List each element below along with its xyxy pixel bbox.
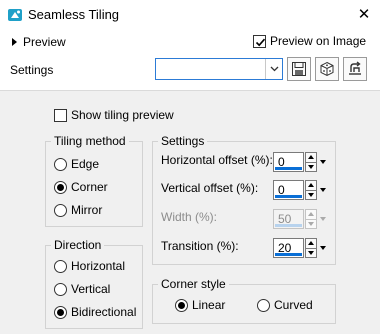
tiling-method-mirror[interactable]: Mirror — [54, 203, 102, 217]
spin-up-icon — [305, 209, 317, 220]
settings-group: Settings Horizontal offset (%): 0 Vertic… — [152, 134, 336, 265]
width-label: Width (%): — [161, 210, 218, 224]
preview-on-image-check[interactable] — [253, 34, 266, 48]
direction-group: Direction Horizontal Vertical Bidirectio… — [45, 238, 143, 329]
vertical-offset-label: Vertical offset (%): — [161, 181, 259, 195]
transition-input[interactable]: 20 — [273, 238, 304, 258]
title-bar: Seamless Tiling ✕ — [0, 0, 380, 30]
dice-icon — [320, 61, 334, 77]
transition-field[interactable]: 20 — [273, 238, 329, 258]
reset-icon — [349, 61, 361, 75]
reset-button[interactable] — [343, 57, 367, 81]
radio-button[interactable] — [54, 203, 67, 217]
radio-label: Vertical — [71, 282, 111, 296]
horizontal-offset-field[interactable]: 0 — [273, 152, 329, 172]
direction-title: Direction — [51, 238, 105, 252]
chevron-down-icon — [317, 209, 328, 229]
horizontal-offset-input[interactable]: 0 — [273, 152, 304, 172]
radio-label: Bidirectional — [71, 305, 137, 319]
chevron-down-icon[interactable] — [265, 59, 282, 79]
show-tiling-preview-checkbox[interactable]: Show tiling preview — [54, 108, 174, 122]
transition-spinner[interactable] — [305, 238, 317, 258]
tiling-method-edge[interactable]: Edge — [54, 157, 99, 171]
radio-button[interactable] — [175, 298, 188, 312]
preview-expander[interactable]: Preview — [12, 35, 66, 49]
preview-on-image-checkbox[interactable]: Preview on Image — [253, 34, 366, 48]
width-input: 50 — [273, 209, 304, 229]
radio-button[interactable] — [54, 282, 67, 296]
spin-up-icon — [305, 152, 317, 163]
width-spinner — [305, 209, 317, 229]
corner-style-curved[interactable]: Curved — [257, 298, 313, 312]
width-field: 50 — [273, 209, 329, 229]
spin-down-icon — [305, 190, 317, 200]
direction-vertical[interactable]: Vertical — [54, 282, 110, 296]
window-title: Seamless Tiling — [28, 7, 120, 22]
radio-label: Mirror — [71, 203, 103, 217]
random-button[interactable] — [315, 57, 339, 81]
chevron-down-icon[interactable] — [317, 152, 328, 172]
show-tiling-preview-check[interactable] — [54, 108, 67, 122]
spin-up-icon — [305, 180, 317, 191]
vertical-offset-spinner[interactable] — [305, 180, 317, 200]
radio-label: Horizontal — [71, 259, 126, 273]
corner-style-title: Corner style — [158, 277, 229, 291]
preview-label: Preview — [23, 35, 66, 49]
show-tiling-preview-label: Show tiling preview — [71, 108, 174, 122]
paint-app-icon — [7, 7, 23, 23]
spin-down-icon — [305, 162, 317, 172]
transition-label: Transition (%): — [161, 239, 239, 253]
radio-button[interactable] — [54, 157, 67, 171]
direction-bidirectional[interactable]: Bidirectional — [54, 305, 136, 319]
horizontal-offset-spinner[interactable] — [305, 152, 317, 172]
direction-horizontal[interactable]: Horizontal — [54, 259, 125, 273]
radio-label: Curved — [274, 298, 313, 312]
spin-up-icon — [305, 238, 317, 249]
save-icon — [292, 62, 306, 76]
vertical-offset-field[interactable]: 0 — [273, 180, 329, 200]
chevron-right-icon — [12, 38, 17, 46]
radio-label: Edge — [71, 157, 100, 171]
options-panel: Show tiling preview Tiling method Edge C… — [0, 90, 380, 334]
save-preset-button[interactable] — [287, 57, 311, 81]
settings-group-title: Settings — [158, 134, 208, 148]
preset-dropdown[interactable] — [155, 58, 283, 80]
checkmark-icon — [255, 38, 266, 46]
tiling-method-title: Tiling method — [51, 134, 129, 148]
corner-style-linear[interactable]: Linear — [175, 298, 225, 312]
chevron-down-icon[interactable] — [317, 180, 328, 200]
radio-button[interactable] — [54, 180, 67, 194]
horizontal-offset-label: Horizontal offset (%): — [161, 153, 273, 167]
tiling-method-corner[interactable]: Corner — [54, 180, 108, 194]
radio-label: Corner — [71, 180, 108, 194]
vertical-offset-input[interactable]: 0 — [273, 180, 304, 200]
spin-down-icon — [305, 219, 317, 229]
radio-button[interactable] — [54, 259, 67, 273]
radio-label: Linear — [192, 298, 226, 312]
close-icon[interactable]: ✕ — [354, 5, 374, 25]
chevron-down-icon[interactable] — [317, 238, 328, 258]
preview-on-image-label: Preview on Image — [270, 34, 367, 48]
corner-style-group: Corner style Linear Curved — [152, 277, 336, 324]
tiling-method-group: Tiling method Edge Corner Mirror — [45, 134, 143, 227]
spin-down-icon — [305, 248, 317, 258]
radio-button[interactable] — [54, 305, 67, 319]
radio-button[interactable] — [257, 298, 270, 312]
settings-label: Settings — [10, 63, 54, 77]
